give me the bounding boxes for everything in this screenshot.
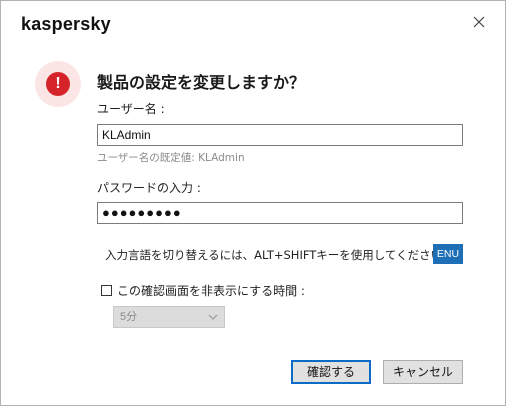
hide-confirmation-label: この確認画面を非表示にする時間 : xyxy=(117,284,305,298)
username-hint: ユーザー名の既定値: KLAdmin xyxy=(97,152,245,164)
cancel-button[interactable]: キャンセル xyxy=(383,360,463,384)
exclamation-icon: ! xyxy=(46,72,70,96)
password-input[interactable]: ●●●●●●●●● xyxy=(97,202,463,224)
password-label: パスワードの入力 : xyxy=(97,181,201,195)
chevron-down-icon xyxy=(208,314,218,320)
close-icon xyxy=(473,16,485,28)
dialog-window: kaspersky ! 製品の設定を変更しますか？ ユーザー名 : KLAdmi… xyxy=(0,0,506,406)
duration-select[interactable]: 5分 xyxy=(113,306,225,328)
alert-badge: ! xyxy=(35,61,81,107)
confirm-button[interactable]: 確認する xyxy=(291,360,371,384)
username-input[interactable]: KLAdmin xyxy=(97,124,463,146)
hide-confirmation-row[interactable]: この確認画面を非表示にする時間 : xyxy=(101,282,305,299)
hide-confirmation-checkbox[interactable] xyxy=(101,285,112,296)
language-instruction: 入力言語を切り替えるには、ALT+SHIFTキーを使用してください xyxy=(105,248,443,262)
dialog-title: 製品の設定を変更しますか？ xyxy=(97,73,306,92)
kaspersky-logo: kaspersky xyxy=(21,14,111,34)
close-button[interactable] xyxy=(469,12,489,32)
input-language-badge: ENU xyxy=(433,244,463,264)
duration-select-value: 5分 xyxy=(120,311,138,323)
username-label: ユーザー名 : xyxy=(97,102,165,116)
